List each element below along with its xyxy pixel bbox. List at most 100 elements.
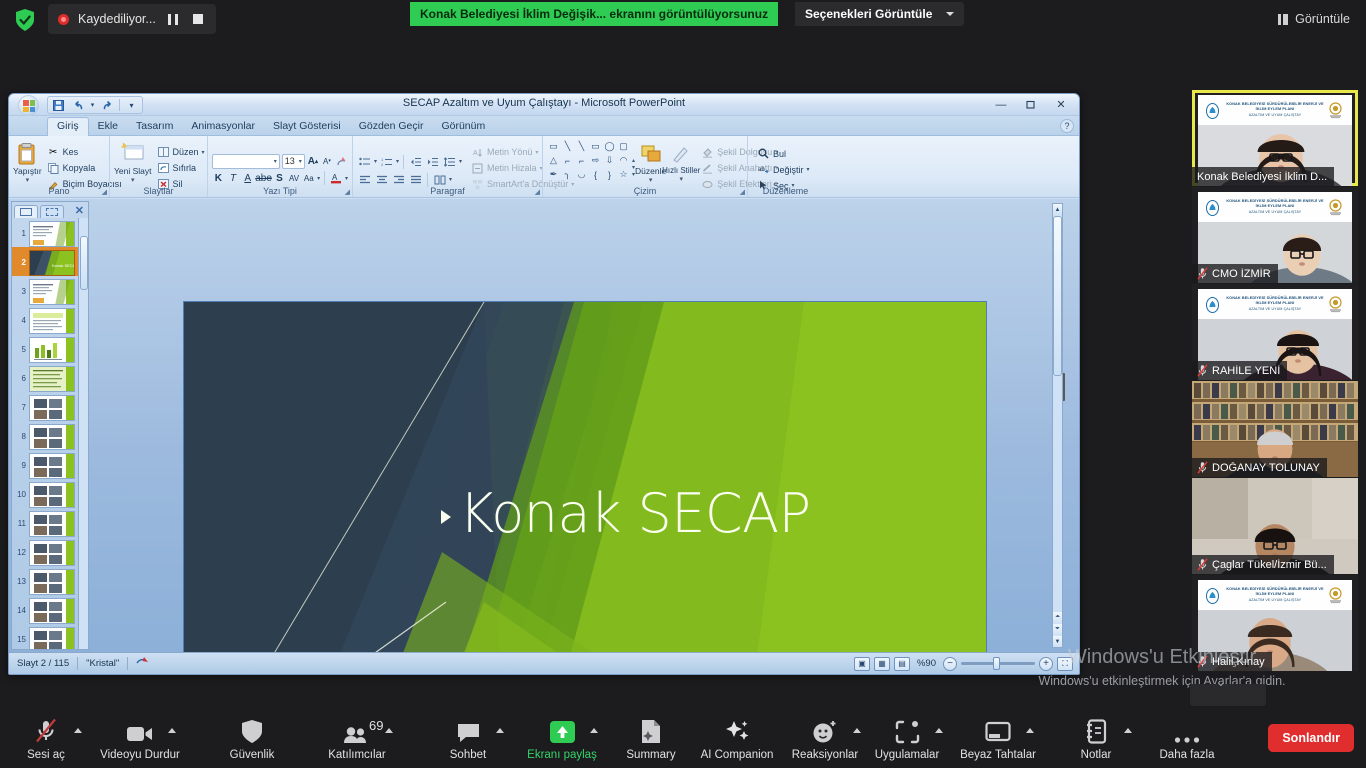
view-layout-button[interactable]: Görüntüle bbox=[1272, 7, 1356, 31]
slides-tab-icon[interactable] bbox=[14, 205, 38, 218]
restore-button[interactable] bbox=[1017, 95, 1045, 114]
slide-thumbnail-preview[interactable] bbox=[29, 482, 75, 508]
view-options-button[interactable]: Seçenekleri Görüntüle bbox=[795, 2, 964, 26]
slide-thumbnail-item[interactable]: 11 bbox=[12, 508, 88, 537]
shape-arrow-right-icon[interactable]: ⇨ bbox=[589, 154, 602, 167]
decrease-font-size-button[interactable]: A▾ bbox=[321, 154, 333, 169]
chevron-up-icon[interactable] bbox=[496, 728, 504, 733]
decrease-indent-button[interactable] bbox=[408, 154, 423, 169]
chevron-up-icon[interactable] bbox=[1124, 728, 1132, 733]
shape-brace-left-icon[interactable]: { bbox=[589, 168, 602, 181]
zoom-slider[interactable] bbox=[961, 662, 1035, 665]
drawing-dialog-launcher[interactable]: ◢ bbox=[740, 188, 745, 196]
font-size-input[interactable]: 13 ▾ bbox=[282, 154, 305, 169]
end-meeting-button[interactable]: Sonlandır bbox=[1268, 724, 1354, 752]
tab-animasyonlar[interactable]: Animasyonlar bbox=[182, 118, 264, 135]
slide-thumbnail-preview[interactable]: Konak SECAP bbox=[29, 250, 75, 276]
line-spacing-button[interactable] bbox=[442, 154, 457, 169]
stop-recording-button[interactable] bbox=[190, 11, 206, 27]
help-icon[interactable]: ? bbox=[1060, 119, 1074, 133]
shape-arrow-down-icon[interactable]: ⇩ bbox=[603, 154, 616, 167]
slide-thumbnail-preview[interactable] bbox=[29, 540, 75, 566]
thumbnail-scrollbar-thumb[interactable] bbox=[80, 236, 88, 290]
slide-thumbnail-preview[interactable] bbox=[29, 453, 75, 479]
previous-slide-button[interactable]: ⏶ bbox=[1053, 612, 1062, 624]
shape-arrow-icon[interactable]: ╲ bbox=[575, 140, 588, 153]
shape-curve-icon[interactable]: ╮ bbox=[561, 168, 574, 181]
slide-thumbnail-preview[interactable] bbox=[29, 511, 75, 537]
next-slide-button[interactable]: ⏷ bbox=[1053, 624, 1062, 636]
toolbar-button-share-screen[interactable]: Ekranı paylaş bbox=[520, 712, 604, 766]
toolbar-button-summary[interactable]: Summary bbox=[609, 712, 693, 766]
tab-slayt-gosterisi[interactable]: Slayt Gösterisi bbox=[264, 118, 350, 135]
slide-thumbnail-preview[interactable] bbox=[29, 598, 75, 624]
chevron-up-icon[interactable] bbox=[1026, 728, 1034, 733]
participant-tile[interactable]: KONAK BELEDİYESİ SÜRDÜRÜLEBİLİR ENERJİ V… bbox=[1192, 284, 1358, 380]
toolbar-button-apps[interactable]: Uygulamalar bbox=[865, 712, 949, 766]
zoom-in-button[interactable]: + bbox=[1039, 657, 1053, 671]
shape-textbox-icon[interactable]: ▭ bbox=[547, 140, 560, 153]
zoom-slider-handle[interactable] bbox=[993, 657, 1000, 670]
tab-gozden-gecir[interactable]: Gözden Geçir bbox=[350, 118, 433, 135]
chevron-up-icon[interactable] bbox=[168, 728, 176, 733]
zoom-out-button[interactable]: − bbox=[943, 657, 957, 671]
chevron-up-icon[interactable] bbox=[385, 728, 393, 733]
toolbar-button-video-on[interactable]: Videoyu Durdur bbox=[98, 712, 182, 766]
slide-thumbnail-item[interactable]: 14 bbox=[12, 595, 88, 624]
shape-oval-icon[interactable]: ◯ bbox=[603, 140, 616, 153]
participant-tile[interactable]: KONAK BELEDİYESİ SÜRDÜRÜLEBİLİR ENERJİ V… bbox=[1192, 187, 1358, 283]
tab-gorunum[interactable]: Görünüm bbox=[432, 118, 494, 135]
chevron-up-icon[interactable] bbox=[590, 728, 598, 733]
current-slide[interactable]: Konak SECAP bbox=[183, 301, 987, 675]
replace-button[interactable]: ab Değiştir ▾ bbox=[754, 162, 813, 177]
font-name-input[interactable]: ▾ bbox=[212, 154, 280, 169]
shape-line-icon[interactable]: ╲ bbox=[561, 140, 574, 153]
pause-recording-button[interactable] bbox=[165, 11, 181, 27]
spellcheck-icon[interactable] bbox=[128, 656, 158, 672]
paragraph-dialog-launcher[interactable]: ◢ bbox=[535, 188, 540, 196]
layout-button[interactable]: Düzen ▾ bbox=[154, 145, 208, 160]
slide-sorter-icon[interactable]: ▦ bbox=[874, 657, 890, 671]
shape-cloud-icon[interactable]: ◠ bbox=[617, 154, 630, 167]
justify-button[interactable] bbox=[408, 172, 423, 187]
strikethrough-button[interactable]: abe bbox=[256, 171, 271, 186]
shadow-button[interactable]: S bbox=[273, 171, 286, 186]
bullets-button[interactable] bbox=[357, 154, 372, 169]
shape-roundrect-icon[interactable]: ▢ bbox=[617, 140, 630, 153]
shape-rect-icon[interactable]: ▭ bbox=[589, 140, 602, 153]
slide-thumbnail-item[interactable]: 9 bbox=[12, 450, 88, 479]
slide-thumbnail-preview[interactable] bbox=[29, 627, 75, 649]
slide-thumbnail-item[interactable]: 2Konak SECAP bbox=[12, 247, 88, 276]
toolbar-button-chat[interactable]: Sohbet bbox=[426, 712, 510, 766]
numbering-button[interactable]: 12 bbox=[379, 154, 394, 169]
align-center-button[interactable] bbox=[374, 172, 389, 187]
bold-button[interactable]: K bbox=[212, 171, 225, 186]
slide-show-icon[interactable]: ▤ bbox=[894, 657, 910, 671]
shape-star-icon[interactable]: ☆ bbox=[617, 168, 630, 181]
toolbar-button-mic-off[interactable]: Sesi aç bbox=[4, 712, 88, 766]
slide-thumbnail-item[interactable]: 10 bbox=[12, 479, 88, 508]
slide-thumbnail-item[interactable]: 1 bbox=[12, 218, 88, 247]
reset-button[interactable]: Sıfırla bbox=[154, 161, 208, 176]
slide-thumbnail-item[interactable]: 8 bbox=[12, 421, 88, 450]
shape-elbow2-icon[interactable]: ⌐ bbox=[575, 154, 588, 167]
fit-to-window-icon[interactable]: ⛶ bbox=[1057, 657, 1073, 671]
clear-formatting-button[interactable] bbox=[335, 154, 348, 169]
slide-thumbnail-item[interactable]: 6 bbox=[12, 363, 88, 392]
slide-thumbnail-item[interactable]: 3 bbox=[12, 276, 88, 305]
underline-button[interactable]: A bbox=[241, 171, 254, 186]
participant-tile[interactable]: KONAK BELEDİYESİ SÜRDÜRÜLEBİLİR ENERJİ V… bbox=[1192, 90, 1358, 186]
slide-thumbnail-preview[interactable] bbox=[29, 424, 75, 450]
slide-thumbnail-preview[interactable] bbox=[29, 395, 75, 421]
slide-thumbnail-item[interactable]: 12 bbox=[12, 537, 88, 566]
slide-thumbnail-item[interactable]: 15 bbox=[12, 624, 88, 649]
thumbnail-list[interactable]: 12Konak SECAP345678910111213141516 bbox=[12, 218, 88, 649]
slide-thumbnail-item[interactable]: 4 bbox=[12, 305, 88, 334]
align-left-button[interactable] bbox=[357, 172, 372, 187]
increase-font-size-button[interactable]: A▴ bbox=[307, 154, 319, 169]
scroll-up-button[interactable]: ▲ bbox=[1053, 204, 1062, 215]
shape-triangle-icon[interactable]: △ bbox=[547, 154, 560, 167]
toolbar-button-notes[interactable]: Notlar bbox=[1054, 712, 1138, 766]
slide-thumbnail-preview[interactable] bbox=[29, 308, 75, 334]
tab-tasarim[interactable]: Tasarım bbox=[127, 118, 182, 135]
